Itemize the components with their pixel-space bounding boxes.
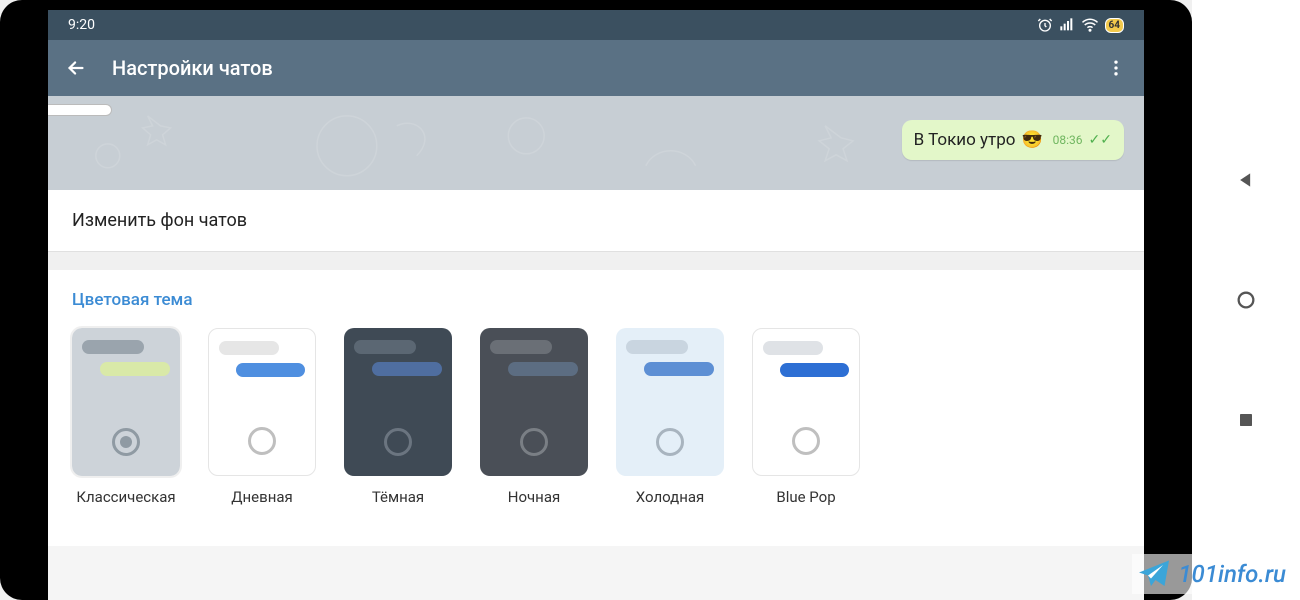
alarm-icon [1037,17,1053,33]
preview-message-bubble: В Токио утро 😎 08:36 ✓✓ [902,120,1124,160]
status-icons: 64 [1037,16,1124,34]
more-menu-button[interactable] [1104,58,1128,78]
outgoing-bubble-icon [780,363,849,377]
incoming-bubble-icon [354,340,416,354]
theme-option[interactable]: Blue Pop [752,328,860,506]
watermark: 101info.ru [1132,554,1290,594]
theme-label: Тёмная [372,488,424,506]
radio-icon [384,428,412,456]
outgoing-bubble-icon [100,362,170,376]
incoming-bubble-icon [82,340,144,354]
theme-card [344,328,452,476]
signal-icon [1059,17,1075,33]
message-time: 08:36 [1053,133,1083,147]
radio-icon [112,428,140,456]
theme-list: Классическая Дневная Тёмная Ночная Холодная B… [72,328,1120,506]
theme-option[interactable]: Холодная [616,328,724,506]
status-time: 9:20 [68,17,95,33]
incoming-bubble-icon [626,340,688,354]
color-theme-header: Цветовая тема [72,290,1120,310]
theme-option[interactable]: Ночная [480,328,588,506]
theme-label: Холодная [636,488,704,506]
color-theme-section: Цветовая тема Классическая Дневная Тёмная Н… [48,270,1144,546]
screen: 9:20 64 Настройки чатов В Токио утро 😎 [48,10,1144,600]
wifi-icon [1081,16,1099,34]
app-bar: Настройки чатов [48,40,1144,96]
radio-icon [792,427,820,455]
read-check-icon: ✓✓ [1089,132,1112,148]
emoji-icon: 😎 [1021,130,1042,150]
incoming-bubble-icon [490,340,552,354]
watermark-text: 101info.ru [1178,560,1286,588]
outgoing-bubble-icon [644,362,714,376]
theme-label: Классическая [76,488,175,506]
radio-icon [248,427,276,455]
theme-label: Дневная [231,488,293,506]
theme-card [208,328,316,476]
theme-label: Blue Pop [776,488,835,506]
theme-card [616,328,724,476]
section-divider [48,252,1144,270]
message-text: В Токио утро [914,130,1016,150]
incoming-bubble-icon [763,341,823,355]
phone-frame: 9:20 64 Настройки чатов В Токио утро 😎 [0,0,1192,600]
battery-badge: 64 [1105,18,1124,33]
theme-option[interactable]: Тёмная [344,328,452,506]
theme-option[interactable]: Дневная [208,328,316,506]
radio-icon [520,428,548,456]
theme-card [480,328,588,476]
status-bar: 9:20 64 [48,10,1144,40]
change-background-row[interactable]: Изменить фон чатов [48,190,1144,252]
outgoing-bubble-icon [372,362,442,376]
back-button[interactable] [64,56,88,80]
page-title: Настройки чатов [112,56,1104,80]
theme-card [72,328,180,476]
nav-back-button[interactable] [1234,168,1258,192]
system-nav-bar [1192,0,1300,600]
outgoing-bubble-icon [236,363,305,377]
theme-option[interactable]: Классическая [72,328,180,506]
radio-icon [656,428,684,456]
nav-home-button[interactable] [1234,288,1258,312]
nav-recent-button[interactable] [1234,408,1258,432]
outgoing-bubble-icon [508,362,578,376]
incoming-bubble-icon [219,341,279,355]
telegram-icon [1136,556,1172,592]
incoming-bubble-clip [48,104,112,116]
theme-card [752,328,860,476]
theme-label: Ночная [508,488,560,506]
chat-preview: В Токио утро 😎 08:36 ✓✓ [48,96,1144,190]
